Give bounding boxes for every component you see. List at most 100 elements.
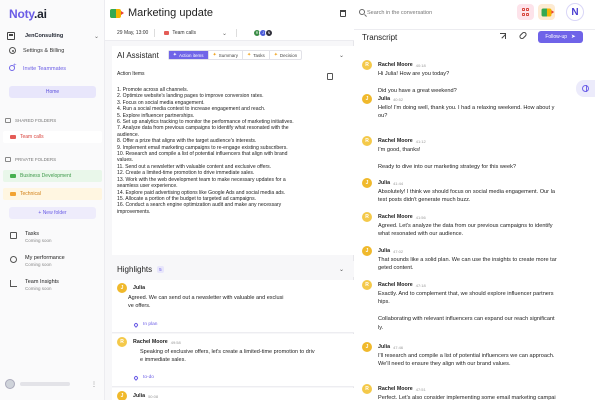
action-items-list: 1. Promote across all channels. 2. Optimi… bbox=[117, 87, 339, 215]
timestamp[interactable]: 47:18 bbox=[416, 283, 426, 288]
share-icon[interactable] bbox=[500, 33, 506, 39]
chevron-down-icon[interactable]: ⌄ bbox=[339, 52, 344, 59]
search-input[interactable] bbox=[367, 6, 507, 19]
logo-main: Noty bbox=[9, 7, 34, 21]
message-line: I'm good, thanks! bbox=[378, 147, 421, 153]
highlight-text: Speaking of exclusive offers, let's crea… bbox=[140, 348, 358, 364]
folder-technical[interactable]: Technical bbox=[3, 188, 102, 200]
tab-tasks[interactable]: ✦ Tasks bbox=[243, 51, 270, 59]
speaker-name: Julia bbox=[378, 344, 391, 350]
meeting-meta: 29 May, 13:00 Team calls ⌄ R J N bbox=[105, 26, 354, 41]
transcript-message[interactable]: R Rachel Moore 47:51 Perfect. Let's also co… bbox=[362, 384, 580, 400]
message-line: geted content. bbox=[378, 265, 414, 272]
timestamp[interactable]: 40:52 bbox=[393, 97, 403, 102]
participant-avatars[interactable]: R J N bbox=[252, 29, 273, 37]
transcript-message[interactable]: J Julia 47:46 I'll research and compile a l… bbox=[362, 342, 580, 369]
invite-teammates-link[interactable]: Invite Teammates bbox=[9, 63, 67, 72]
performance-icon bbox=[10, 256, 17, 263]
folder-business-development[interactable]: Business Development bbox=[3, 170, 102, 182]
private-folders-label: PRIVATE FOLDERS bbox=[15, 157, 57, 162]
transcript-message[interactable]: J Julia 47:02 That sounds like a solid plan… bbox=[362, 246, 580, 273]
timestamp[interactable]: 47:02 bbox=[393, 249, 403, 254]
timestamp[interactable]: 41:56 bbox=[416, 215, 426, 220]
highlight-card[interactable]: J Julia Agreed. We can send out a newsle… bbox=[112, 280, 354, 333]
apps-grid-button[interactable] bbox=[517, 4, 534, 20]
transcript-message[interactable]: J Julia 41:44 Absolutely! I think we should… bbox=[362, 178, 580, 205]
lock-icon bbox=[5, 157, 11, 162]
workspace-selector[interactable]: JenConsulting ⌄ bbox=[7, 30, 99, 42]
trash-icon[interactable] bbox=[340, 9, 346, 17]
sparkle-icon: ✦ bbox=[246, 52, 252, 58]
user-menu[interactable]: ⋮ bbox=[5, 376, 101, 392]
noty-logo-button[interactable]: N bbox=[566, 3, 584, 21]
transcript-message[interactable]: R Rachel Moore 41:12 I'm good, thanks! Read… bbox=[362, 136, 580, 171]
folder-team-calls[interactable]: Team calls bbox=[3, 131, 102, 143]
transcript-message[interactable]: R Rachel Moore 41:56 Agreed. Let's analyze … bbox=[362, 212, 580, 239]
transcript-message[interactable]: J Julia 40:52 Hello! I'm doing well, thank … bbox=[362, 94, 580, 121]
meeting-folder-selector[interactable]: Team calls ⌄ bbox=[161, 29, 230, 38]
avatar: J bbox=[117, 283, 127, 293]
more-icon[interactable]: ⋮ bbox=[91, 381, 97, 388]
highlights-header: Highlights 5 ⌄ bbox=[112, 261, 354, 277]
highlight-tag[interactable]: to-do bbox=[133, 374, 154, 381]
timestamp[interactable]: 47:46 bbox=[393, 345, 403, 350]
speaker-name: Julia bbox=[133, 393, 146, 399]
avatar: J bbox=[362, 246, 372, 256]
top-bar: N bbox=[354, 0, 595, 26]
highlight-card[interactable]: R Rachel Moore 49:58 Speaking of exclusi… bbox=[112, 334, 354, 387]
meeting-date: 29 May, 13:00 bbox=[117, 30, 149, 36]
feedback-widget-button[interactable] bbox=[576, 80, 595, 97]
tab-label: Action items bbox=[179, 52, 204, 58]
chevron-down-icon[interactable]: ⌄ bbox=[339, 266, 344, 273]
message-header: R Rachel Moore 41:56 bbox=[362, 212, 580, 222]
tab-summary[interactable]: ✦ Summary bbox=[209, 51, 243, 59]
follow-up-button[interactable]: Follow-up ➤ bbox=[538, 31, 583, 43]
highlight-tag[interactable]: In plan bbox=[133, 321, 157, 328]
user-name-placeholder bbox=[20, 382, 70, 386]
message-header: J Julia 40:52 bbox=[362, 94, 580, 104]
settings-billing-link[interactable]: Settings & Billing bbox=[9, 47, 64, 54]
sidebar-item-title: Team Insights bbox=[25, 279, 59, 285]
timestamp[interactable]: 49:58 bbox=[171, 340, 181, 345]
tab-action-items[interactable]: ✦ Action items bbox=[168, 51, 209, 59]
invite-teammates-label: Invite Teammates bbox=[23, 65, 67, 72]
message-line: Perfect. Let's also consider implementin… bbox=[378, 395, 556, 400]
timestamp[interactable]: 50:08 bbox=[148, 394, 158, 399]
new-folder-button[interactable]: + New folder bbox=[9, 207, 96, 219]
sidebar-item-team-insights[interactable]: Team Insights Coming soon bbox=[10, 279, 59, 291]
message-header: J Julia 47:46 bbox=[362, 342, 580, 352]
follow-up-label: Follow-up bbox=[545, 34, 568, 40]
send-icon: ➤ bbox=[571, 34, 576, 40]
transcript-message[interactable]: R Rachel Moore 47:18 Exactly. And to comple… bbox=[362, 280, 580, 332]
transcript-message[interactable]: R Rachel Moore 40:18 Hi Julia! How are you … bbox=[362, 60, 580, 95]
sidebar-item-my-performance[interactable]: My performance Coming soon bbox=[10, 255, 65, 267]
copy-icon[interactable] bbox=[325, 71, 333, 80]
sidebar-item-tasks[interactable]: Tasks Coming soon bbox=[10, 231, 52, 243]
message-line: test posts didn't generate much buzz. bbox=[378, 197, 471, 204]
tasks-icon bbox=[10, 232, 17, 239]
highlight-tag-label: to-do bbox=[143, 375, 154, 380]
tab-decision[interactable]: ✦ Decision bbox=[270, 51, 301, 59]
ai-assistant-header: AI Assistant ✦ Action items ✦ Summary ✦ Tas… bbox=[112, 46, 354, 64]
avatar: R bbox=[117, 337, 127, 347]
folder-icon bbox=[164, 31, 170, 35]
timestamp[interactable]: 41:44 bbox=[393, 181, 403, 186]
timestamp[interactable]: 47:51 bbox=[416, 387, 426, 392]
app-logo[interactable]: Noty.ai bbox=[9, 7, 47, 21]
tab-label: Summary bbox=[218, 52, 238, 58]
google-meet-button[interactable] bbox=[538, 4, 555, 20]
transcript-list[interactable]: R Rachel Moore 40:18 Hi Julia! How are you … bbox=[354, 56, 580, 400]
highlight-card[interactable]: J Julia 50:08 bbox=[112, 388, 354, 400]
sidebar-item-subtitle: Coming soon bbox=[25, 286, 52, 291]
avatar bbox=[5, 379, 15, 389]
timestamp[interactable]: 40:18 bbox=[416, 63, 426, 68]
page-title[interactable]: Marketing update bbox=[128, 7, 213, 19]
folder-icon bbox=[10, 173, 16, 179]
meeting-folder-label: Team calls bbox=[172, 30, 196, 36]
message-header: R Rachel Moore 47:18 bbox=[362, 280, 580, 290]
folder-label: Technical bbox=[20, 191, 41, 197]
home-button[interactable]: Home bbox=[9, 86, 96, 98]
timestamp[interactable]: 41:12 bbox=[416, 139, 426, 144]
message-line: Hello! I'm doing well, thank you. I had … bbox=[378, 105, 555, 111]
folder-icon bbox=[10, 191, 16, 197]
